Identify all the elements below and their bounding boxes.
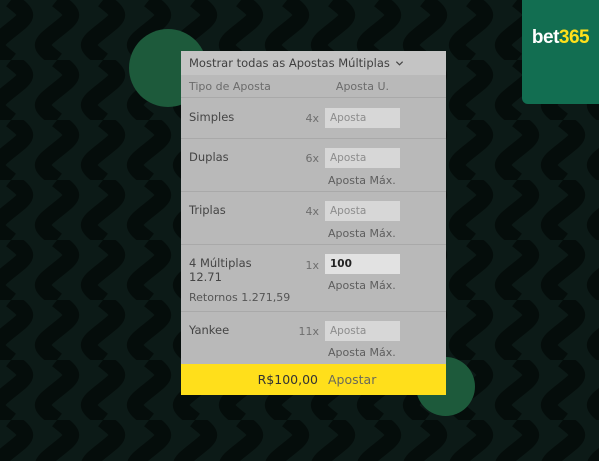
bet-multiplier: 6x (305, 152, 319, 165)
multiple-bets-panel: Mostrar todas as Apostas Múltiplas Tipo … (181, 51, 446, 395)
bet-odds: 12.71 (189, 270, 222, 284)
bet-multiplier: 11x (298, 325, 319, 338)
returns-text: Retornos 1.271,59 (189, 291, 291, 304)
bet-type-label: Yankee (189, 323, 230, 337)
max-stake-link[interactable]: Aposta Máx. (328, 227, 396, 240)
stake-input[interactable] (325, 108, 400, 128)
show-all-multiples-label: Mostrar todas as Apostas Múltiplas (189, 56, 390, 70)
bet-row-duplas: Duplas 6x Aposta Máx. (181, 139, 446, 192)
col-bet-type: Tipo de Aposta (189, 79, 271, 93)
bet-multiplier: 4x (305, 205, 319, 218)
bet-type-label: Triplas (189, 203, 226, 217)
max-stake-link[interactable]: Aposta Máx. (328, 279, 396, 292)
logo-bet-text: bet (531, 27, 560, 48)
bet-type-label: Duplas (189, 150, 229, 164)
bet-row-4-multiplas: 4 Múltiplas 12.71 Retornos 1.271,59 1x A… (181, 245, 446, 312)
bet-multiplier: 1x (305, 259, 319, 272)
bet-type-label: Simples (189, 110, 235, 124)
place-bet-label: Apostar (328, 372, 377, 387)
bet-row-simples: Simples 4x (181, 98, 446, 139)
bet-multiplier: 4x (305, 112, 319, 125)
chevron-down-icon (395, 60, 403, 66)
logo-365-text: 365 (558, 27, 590, 48)
place-bet-button[interactable]: R$100,00 Apostar (181, 364, 446, 395)
column-headers: Tipo de Aposta Aposta U. (181, 75, 446, 98)
max-stake-link[interactable]: Aposta Máx. (328, 346, 396, 359)
bet-row-triplas: Triplas 4x Aposta Máx. (181, 192, 446, 245)
show-all-multiples-toggle[interactable]: Mostrar todas as Apostas Múltiplas (181, 51, 446, 75)
bet-row-yankee: Yankee 11x Aposta Máx. (181, 312, 446, 364)
max-stake-link[interactable]: Aposta Máx. (328, 174, 396, 187)
bet365-logo: bet365 (522, 0, 599, 104)
total-stake: R$100,00 (257, 372, 318, 387)
stake-input[interactable] (325, 201, 400, 221)
stake-input[interactable] (325, 254, 400, 274)
stake-input[interactable] (325, 148, 400, 168)
bet-type-label: 4 Múltiplas (189, 256, 252, 270)
col-unit-stake: Aposta U. (335, 79, 389, 93)
stake-input[interactable] (325, 321, 400, 341)
